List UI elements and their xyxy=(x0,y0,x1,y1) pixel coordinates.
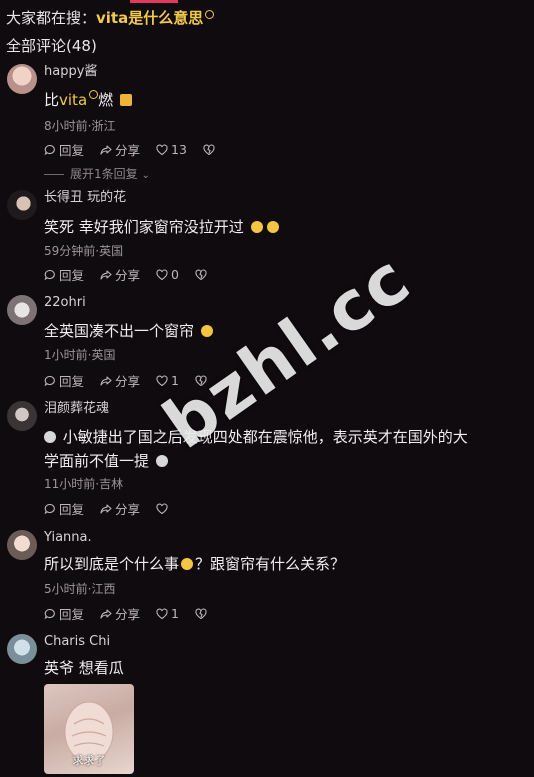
reply-button[interactable]: 回复 xyxy=(44,604,84,623)
comment-username[interactable]: 长得丑 玩的花 xyxy=(44,190,126,206)
vita-link[interactable]: vita xyxy=(59,91,87,109)
share-button[interactable]: 分享 xyxy=(100,499,140,518)
comment-item: Yianna. 所以到底是个什么事 ？跟窗帘有什么关系？ 5小时前·江西 回复 分… xyxy=(0,530,534,630)
dislike-button[interactable] xyxy=(203,143,218,156)
comment-text-part: 比 xyxy=(44,91,60,109)
like-button[interactable]: 1 xyxy=(156,606,179,621)
share-icon xyxy=(100,269,112,280)
search-icon xyxy=(205,10,215,19)
reply-icon xyxy=(44,144,55,155)
search-term-link[interactable]: vita是什么意思 xyxy=(96,9,203,27)
comment-username[interactable]: Charis Chi xyxy=(44,634,110,650)
like-button[interactable]: 1 xyxy=(156,373,179,388)
dislike-button[interactable] xyxy=(195,268,210,281)
avatar[interactable] xyxy=(7,190,37,220)
reply-button[interactable]: 回复 xyxy=(44,140,84,159)
reply-icon xyxy=(44,608,55,619)
comment-count: 全部评论(48) xyxy=(6,37,97,55)
comment-meta: 11小时前·吉林 xyxy=(44,477,124,491)
reply-button[interactable]: 回复 xyxy=(44,371,84,390)
reply-icon xyxy=(44,503,55,514)
heart-icon xyxy=(156,607,168,619)
comment-text: 笑死 幸好我们家窗帘没拉开过 xyxy=(44,215,514,239)
comment-text: 英爷 想看瓜 xyxy=(44,659,124,677)
divider xyxy=(44,174,64,175)
comment-text: 所以到底是个什么事 ？跟窗帘有什么关系？ xyxy=(44,555,346,573)
comment-username[interactable]: 22ohri xyxy=(44,295,86,311)
comment-actions: 回复 分享 1 xyxy=(44,604,222,622)
expand-replies-button[interactable]: 展开1条回复 ⌄ xyxy=(44,165,150,182)
rofl-emoji-icon xyxy=(200,324,213,337)
avatar[interactable] xyxy=(7,401,37,431)
comment-meta: 59分钟前·英国 xyxy=(44,244,124,258)
like-count: 1 xyxy=(171,606,179,621)
reply-icon xyxy=(44,375,55,386)
comment-item: 泪颜葬花魂 小敏捷出了国之后发现四处都在震惊他，表示英才在国外的大 学面前不值一… xyxy=(0,401,534,521)
comment-username[interactable]: 泪颜葬花魂 xyxy=(44,401,109,417)
share-button[interactable]: 分享 xyxy=(100,604,140,623)
comment-text: 小敏捷出了国之后发现四处都在震惊他，表示英才在国外的大 学面前不值一提 xyxy=(44,428,468,470)
cat-emoji-icon xyxy=(44,430,56,443)
heart-icon xyxy=(156,502,168,514)
comment-image[interactable]: 求求了 xyxy=(44,684,134,774)
broken-heart-icon xyxy=(203,143,215,155)
comment-username[interactable]: happy酱 xyxy=(44,64,97,80)
like-button[interactable]: 13 xyxy=(156,142,187,157)
reply-icon xyxy=(44,269,55,280)
comment-actions: 回复 分享 xyxy=(44,499,183,517)
comment-meta: 8小时前·浙江 xyxy=(44,119,116,133)
share-icon xyxy=(100,608,112,619)
share-button[interactable]: 分享 xyxy=(100,140,140,159)
share-icon xyxy=(100,144,112,155)
like-button[interactable] xyxy=(156,502,171,515)
heart-icon xyxy=(156,268,168,280)
laugh-emoji-icon xyxy=(266,220,279,233)
laugh-emoji-icon xyxy=(250,220,263,233)
smirk-emoji-icon xyxy=(181,557,194,570)
comment-item: 长得丑 玩的花 笑死 幸好我们家窗帘没拉开过 59分钟前·英国 回复 分享 0 xyxy=(0,190,534,290)
heart-icon xyxy=(156,143,168,155)
like-count: 13 xyxy=(171,142,187,157)
cat-emoji-icon xyxy=(155,454,168,467)
image-caption: 求求了 xyxy=(72,754,106,767)
comment-username[interactable]: Yianna. xyxy=(44,530,92,546)
like-button[interactable]: 0 xyxy=(156,267,179,282)
top-tab-indicator xyxy=(130,0,178,3)
broken-heart-icon xyxy=(195,607,207,619)
comment-item: happy酱 比vita 燃 8小时前·浙江 回复 分享 13 展开1条回复 ⌄ xyxy=(0,64,534,184)
reply-button[interactable]: 回复 xyxy=(44,265,84,284)
comment-text: 比vita 燃 xyxy=(44,88,514,112)
comment-actions: 回复 分享 1 xyxy=(44,371,222,389)
avatar[interactable] xyxy=(7,634,37,664)
broken-heart-icon xyxy=(195,374,207,386)
search-suggestion[interactable]: 大家都在搜：vita是什么意思 xyxy=(6,8,215,28)
search-icon xyxy=(89,90,99,99)
comment-text: 全英国凑不出一个窗帘 xyxy=(44,319,514,343)
like-count: 0 xyxy=(171,267,179,282)
share-button[interactable]: 分享 xyxy=(100,371,140,390)
comment-text-part: 燃 xyxy=(98,91,114,109)
search-prefix: 大家都在搜： xyxy=(6,9,97,27)
share-icon xyxy=(100,503,112,514)
comment-actions: 回复 分享 13 xyxy=(44,140,230,158)
share-icon xyxy=(100,375,112,386)
reply-button[interactable]: 回复 xyxy=(44,499,84,518)
share-button[interactable]: 分享 xyxy=(100,265,140,284)
chevron-down-icon: ⌄ xyxy=(141,170,150,181)
broken-heart-icon xyxy=(195,268,207,280)
avatar[interactable] xyxy=(7,295,37,325)
thumbs-up-emoji-icon xyxy=(119,93,132,106)
avatar[interactable] xyxy=(7,530,37,560)
comment-item: 22ohri 全英国凑不出一个窗帘 1小时前·英国 回复 分享 1 xyxy=(0,295,534,395)
dislike-button[interactable] xyxy=(195,374,210,387)
comment-item: Charis Chi 英爷 想看瓜 求求了 xyxy=(0,634,534,777)
dislike-button[interactable] xyxy=(195,607,210,620)
comment-meta: 1小时前·英国 xyxy=(44,348,116,362)
comment-actions: 回复 分享 0 xyxy=(44,265,222,283)
comment-meta: 5小时前·江西 xyxy=(44,582,116,596)
heart-icon xyxy=(156,374,168,386)
like-count: 1 xyxy=(171,373,179,388)
avatar[interactable] xyxy=(7,64,37,94)
